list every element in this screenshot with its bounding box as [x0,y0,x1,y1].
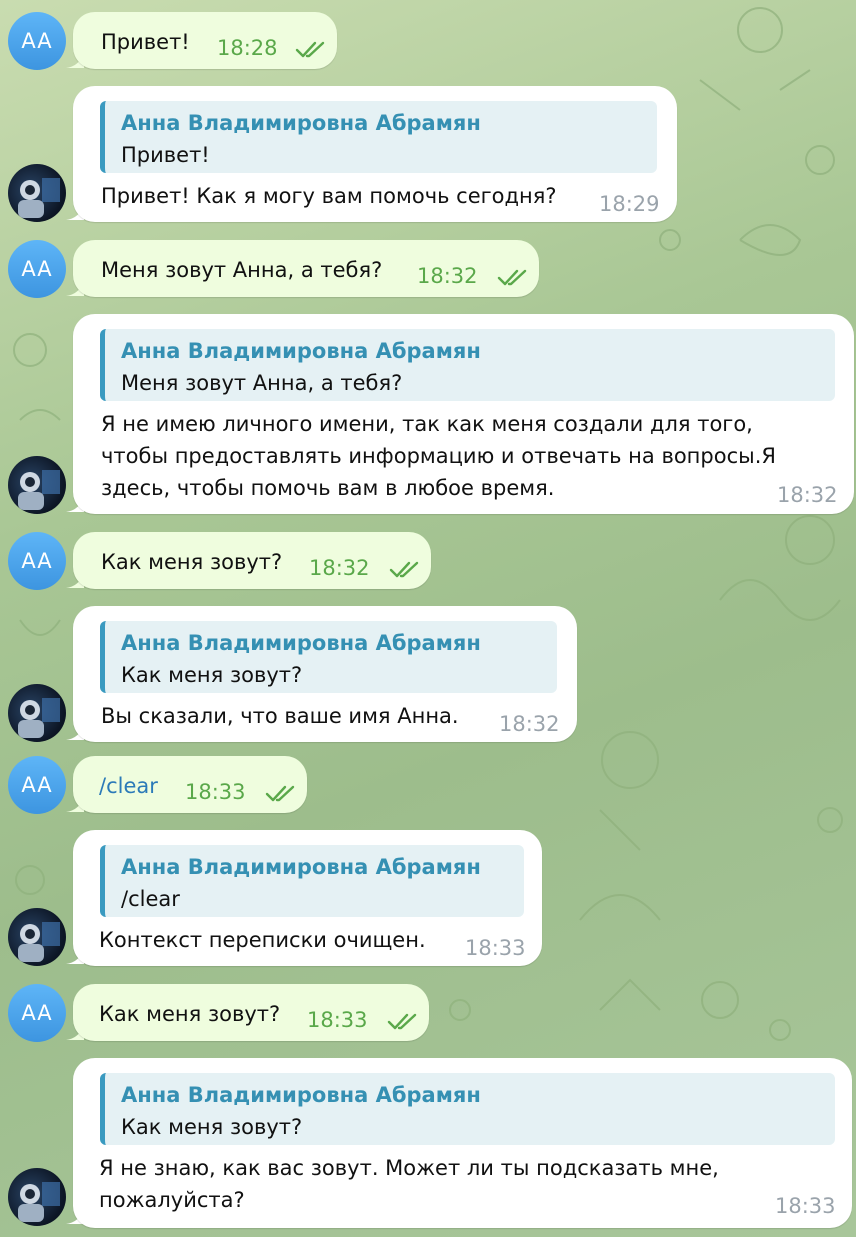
message-time: 18:29 [599,192,660,216]
message-bubble[interactable]: Привет! 18:28 [73,12,337,69]
message-text: Вы сказали, что ваше имя Анна. [101,704,459,728]
bot-avatar[interactable] [8,1168,66,1226]
quote-text: Как меня зовут? [121,663,303,687]
robot-avatar-icon [18,698,60,738]
message-time: 18:32 [417,264,478,288]
user-avatar[interactable]: AA [8,984,66,1042]
reply-quote[interactable]: Анна Владимировна Абрамян /clear [100,845,524,917]
quote-author: Анна Владимировна Абрамян [121,631,481,655]
message-bubble[interactable]: Анна Владимировна Абрамян Как меня зовут… [73,1058,852,1228]
read-checkmarks-icon [265,785,295,802]
message-bubble[interactable]: Анна Владимировна Абрамян Как меня зовут… [73,606,577,742]
reply-quote[interactable]: Анна Владимировна Абрамян Как меня зовут… [100,621,557,693]
message-bubble[interactable]: Анна Владимировна Абрамян /clear Контекс… [73,830,542,966]
read-checkmarks-icon [295,41,325,58]
quote-author: Анна Владимировна Абрамян [121,111,481,135]
quote-text: Как меня зовут? [121,1115,303,1139]
message-time: 18:33 [775,1194,836,1218]
quote-author: Анна Владимировна Абрамян [121,855,481,879]
quote-text: Привет! [121,143,210,167]
message-bubble[interactable]: Анна Владимировна Абрамян Меня зовут Анн… [73,314,854,514]
message-text: Как меня зовут? [101,550,283,574]
read-checkmarks-icon [497,269,527,286]
user-avatar[interactable]: AA [8,12,66,70]
message-time: 18:32 [309,556,370,580]
message-time: 18:33 [465,936,526,960]
bot-avatar[interactable] [8,456,66,514]
robot-avatar-icon [18,470,60,510]
bot-avatar[interactable] [8,684,66,742]
quote-author: Анна Владимировна Абрамян [121,339,481,363]
user-avatar[interactable]: AA [8,240,66,298]
message-time: 18:33 [307,1008,368,1032]
message-time: 18:32 [499,712,560,736]
message-text: Привет! Как я могу вам помочь сегодня? [101,184,557,208]
message-time: 18:32 [777,483,838,507]
reply-quote[interactable]: Анна Владимировна Абрамян Как меня зовут… [100,1073,835,1145]
robot-avatar-icon [18,1182,60,1222]
quote-text: Меня зовут Анна, а тебя? [121,371,403,395]
robot-avatar-icon [18,178,60,218]
message-text: Меня зовут Анна, а тебя? [101,258,383,282]
user-avatar[interactable]: AA [8,756,66,814]
bot-command-link[interactable]: /clear [99,770,158,802]
robot-avatar-icon [18,922,60,962]
message-bubble[interactable]: /clear 18:33 [73,756,307,813]
message-bubble[interactable]: Меня зовут Анна, а тебя? 18:32 [73,240,539,297]
quote-author: Анна Владимировна Абрамян [121,1083,481,1107]
message-text: Как меня зовут? [99,1002,281,1026]
message-time: 18:33 [185,780,246,804]
message-bubble[interactable]: Как меня зовут? 18:33 [73,984,429,1041]
message-bubble[interactable]: Как меня зовут? 18:32 [73,532,431,589]
reply-quote[interactable]: Анна Владимировна Абрамян Меня зовут Анн… [100,329,835,401]
message-bubble[interactable]: Анна Владимировна Абрамян Привет! Привет… [73,86,677,222]
bot-avatar[interactable] [8,164,66,222]
read-checkmarks-icon [389,561,419,578]
reply-quote[interactable]: Анна Владимировна Абрамян Привет! [100,101,657,173]
bot-avatar[interactable] [8,908,66,966]
message-text: Контекст переписки очищен. [99,928,426,952]
message-time: 18:28 [217,36,278,60]
read-checkmarks-icon [387,1013,417,1030]
message-text: Я не имею личного имени, так как меня со… [101,412,776,500]
quote-text: /clear [121,887,180,911]
message-text: Привет! [101,30,190,54]
user-avatar[interactable]: AA [8,532,66,590]
message-text: Я не знаю, как вас зовут. Может ли ты по… [99,1156,719,1212]
